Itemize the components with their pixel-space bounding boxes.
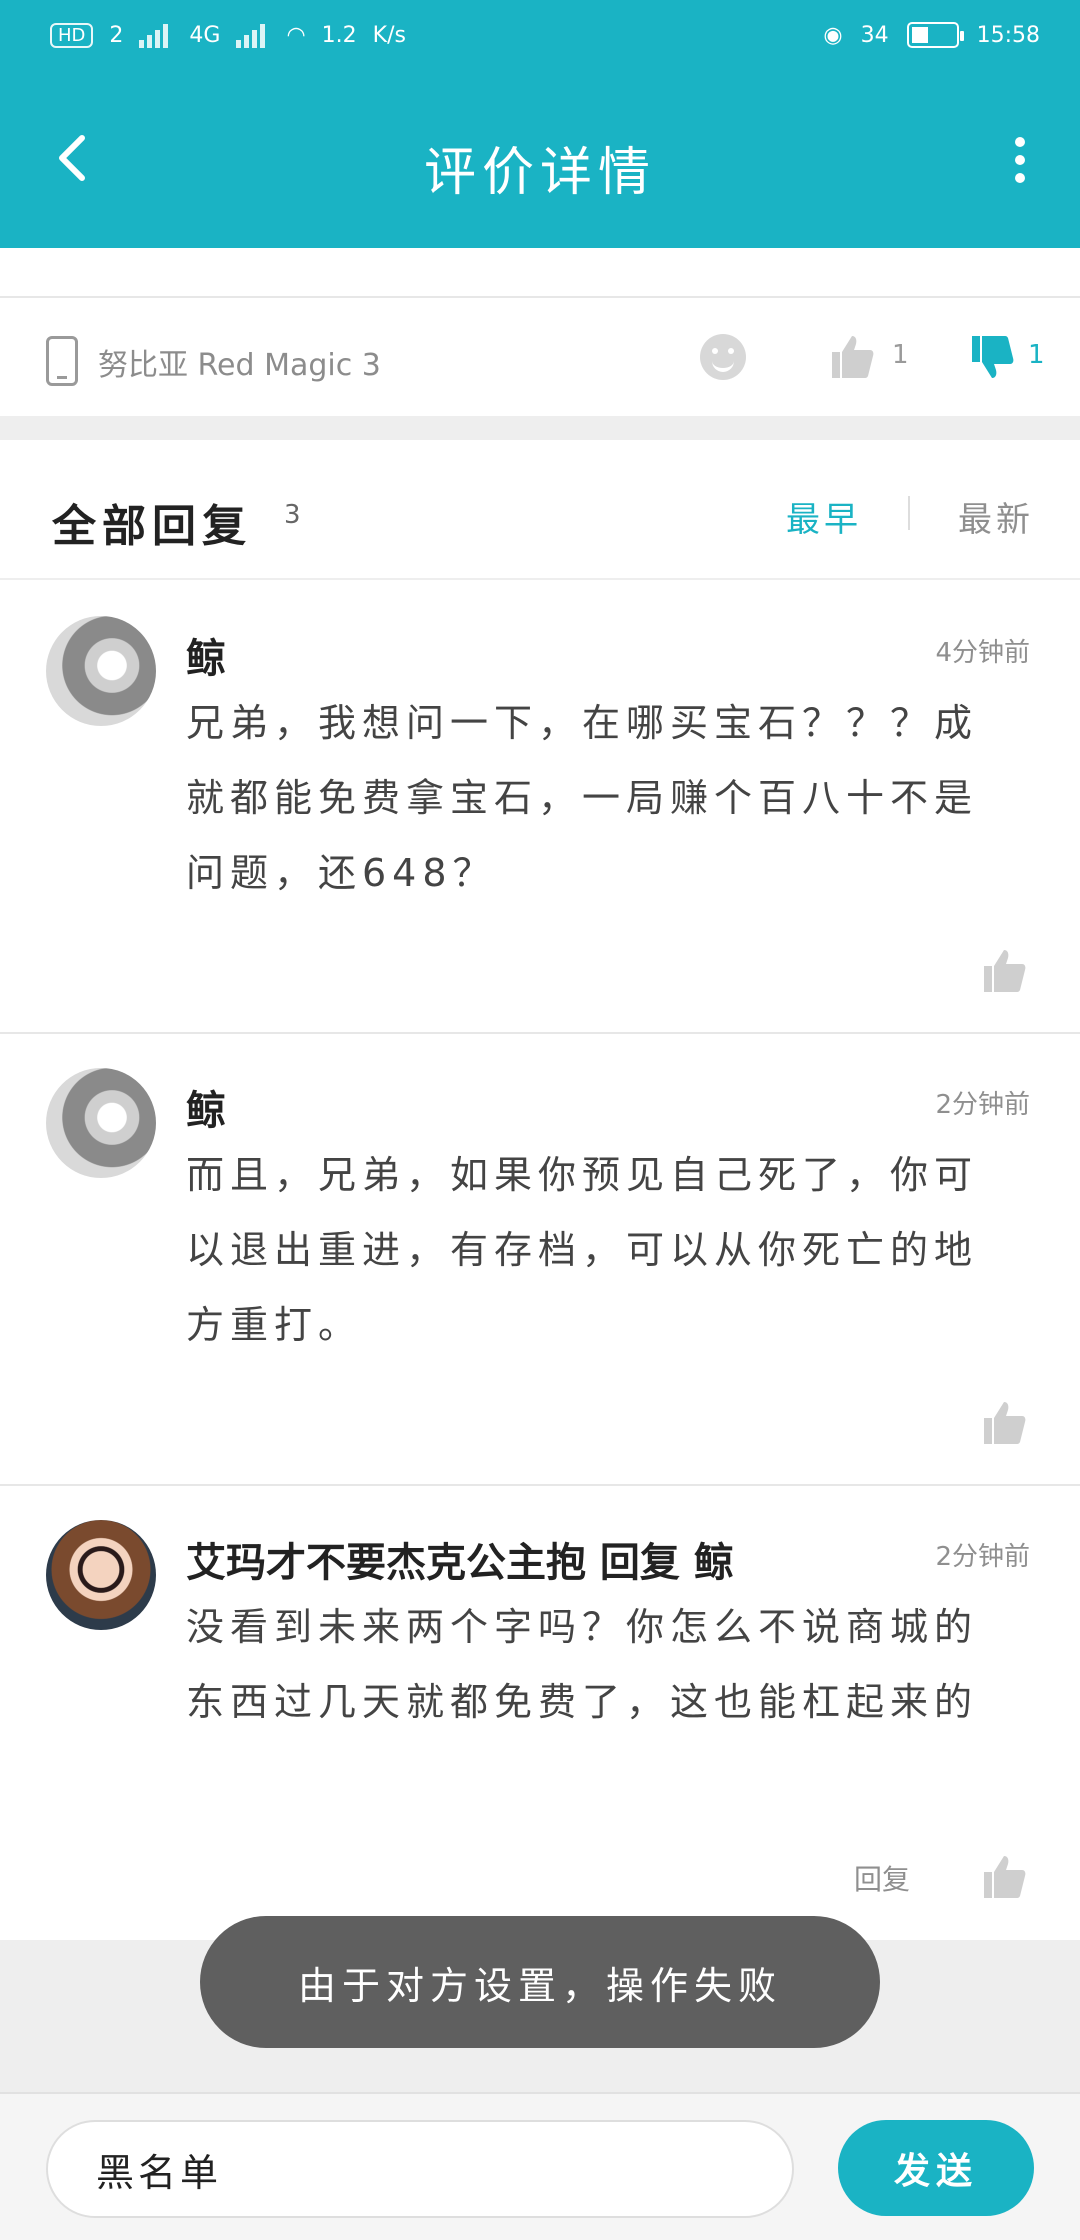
phone-icon — [46, 336, 78, 386]
comment-user[interactable]: 艾玛才不要杰克公主抱 回复 鲸 — [186, 1530, 906, 1588]
comment-text: 兄弟，我想问一下，在哪买宝石？？？成就都能免费拿宝石，一局赚个百八十不是问题，还… — [186, 701, 979, 895]
sort-divider — [908, 496, 910, 530]
wifi-icon: ◠ — [286, 22, 306, 48]
battery-percent: 34 — [860, 22, 889, 48]
thumbs-up-count: 1 — [892, 340, 909, 370]
comment-user[interactable]: 鲸 — [186, 1078, 226, 1136]
network-speed-value: 1.2 — [321, 22, 357, 48]
more-options-icon[interactable] — [1000, 130, 1040, 190]
like-icon[interactable] — [978, 1852, 1028, 1902]
comment-item: 鲸 4分钟前 兄弟，我想问一下，在哪买宝石？？？成就都能免费拿宝石，一局赚个百八… — [0, 582, 1080, 1034]
reply-input[interactable]: 黑名单 — [46, 2120, 794, 2218]
comment-item: 鲸 2分钟前 而且，兄弟，如果你预见自己死了，你可以退出重进，有存档，可以从你死… — [0, 1034, 1080, 1486]
thumbs-down-icon[interactable] — [966, 332, 1016, 382]
status-bar: HD 2 4G ◠ 1.2 K/s ◉ 34 15:58 — [0, 0, 1080, 80]
sort-earliest-tab[interactable]: 最早 — [786, 492, 862, 541]
thumbs-up-icon[interactable] — [826, 332, 876, 382]
replies-header: 全部回复 3 最早 最新 — [0, 440, 1080, 580]
send-button[interactable]: 发送 — [838, 2120, 1034, 2216]
sort-latest-tab[interactable]: 最新 — [958, 492, 1034, 541]
replies-title: 全部回复 — [52, 501, 252, 552]
network-speed-unit: K/s — [372, 22, 406, 48]
comment-time: 4分钟前 — [935, 638, 1030, 668]
device-name: 努比亚 Red Magic 3 — [98, 348, 381, 383]
like-icon[interactable] — [978, 1398, 1028, 1448]
page-title: 评价详情 — [423, 143, 656, 203]
eye-icon: ◉ — [823, 22, 843, 48]
comment-time: 2分钟前 — [935, 1090, 1030, 1120]
hd-badge: HD — [50, 22, 94, 48]
avatar[interactable] — [46, 1520, 156, 1630]
signal-icon — [139, 22, 173, 48]
thumbs-down-count: 1 — [1028, 340, 1045, 370]
signal-icon-secondary — [236, 22, 270, 48]
replies-count: 3 — [284, 500, 301, 530]
comment-text: 而且，兄弟，如果你预见自己死了，你可以退出重进，有存档，可以从你死亡的地方重打。 — [186, 1153, 979, 1347]
toast-message: 由于对方设置，操作失败 — [200, 1916, 880, 2048]
comment-item: 艾玛才不要杰克公主抱 回复 鲸 2分钟前 没看到未来两个字吗？你怎么不说商城的东… — [0, 1486, 1080, 1940]
app-bar: HD 2 4G ◠ 1.2 K/s ◉ 34 15:58 评价详情 — [0, 0, 1080, 248]
like-icon[interactable] — [978, 946, 1028, 996]
battery-icon — [906, 22, 964, 48]
comment-time: 2分钟前 — [935, 1542, 1030, 1572]
comment-user[interactable]: 鲸 — [186, 626, 226, 684]
composer-bar: 黑名单 发送 — [0, 2092, 1080, 2240]
comment-text: 没看到未来两个字吗？你怎么不说商城的东西过几天就都免费了，这也能杠起来的 — [186, 1605, 979, 1724]
emoji-reaction-icon[interactable] — [700, 334, 746, 380]
network-type: 4G — [189, 22, 221, 48]
section-gap — [0, 416, 1080, 440]
reply-button[interactable]: 回复 — [854, 1858, 910, 1898]
clock: 15:58 — [976, 22, 1040, 48]
avatar[interactable] — [46, 1068, 156, 1178]
sim-indicator: 2 — [109, 22, 124, 48]
avatar[interactable] — [46, 616, 156, 726]
device-row: 努比亚 Red Magic 3 1 1 — [0, 296, 1080, 416]
